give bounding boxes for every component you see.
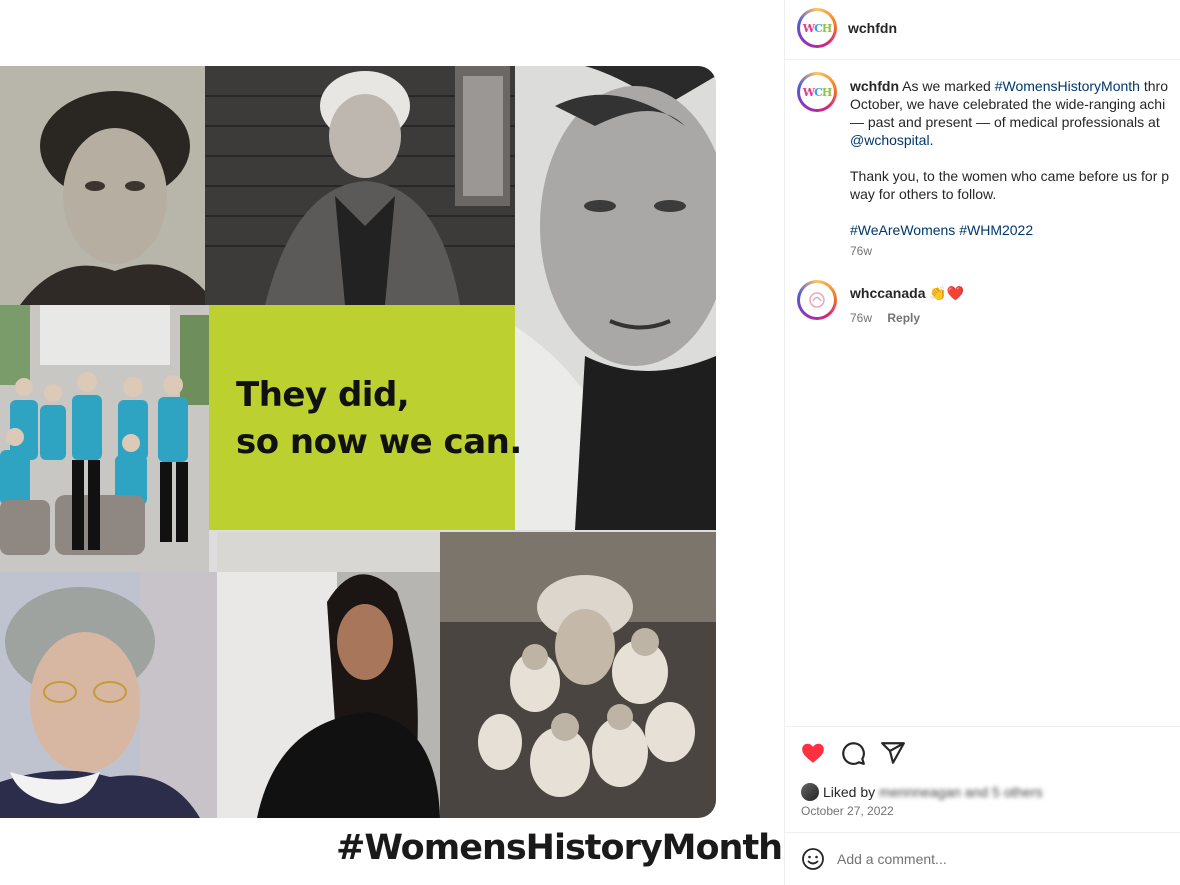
caption-timestamp[interactable]: 76w bbox=[850, 244, 872, 258]
wch-logo: WCH bbox=[802, 21, 833, 35]
tagline-line-1: They did, bbox=[236, 375, 410, 415]
liker-avatar bbox=[801, 783, 819, 801]
divider bbox=[785, 726, 1180, 727]
comment-username[interactable]: whccanada bbox=[850, 285, 925, 301]
wch-logo: WCH bbox=[802, 85, 833, 99]
caption-para2-line-1: Thank you, to the women who came before … bbox=[850, 168, 1170, 184]
painted-portrait-photo bbox=[0, 572, 217, 818]
account-avatar[interactable]: WCH bbox=[797, 8, 837, 48]
header-username[interactable]: wchfdn bbox=[848, 20, 897, 36]
mention-link-wchospital[interactable]: @wchospital bbox=[850, 132, 930, 148]
photo-collage: They did, so now we can. bbox=[0, 66, 716, 818]
commenter-avatar[interactable] bbox=[797, 280, 837, 320]
caption-hashtags: #WeAreWomens #WHM2022 bbox=[850, 221, 1180, 239]
post-image[interactable]: They did, so now we can. #WomensHistoryM… bbox=[0, 0, 784, 885]
add-comment-input[interactable] bbox=[837, 847, 1167, 871]
caption-text: As we marked bbox=[902, 78, 995, 94]
comment-meta: 76w Reply bbox=[850, 311, 920, 325]
vintage-portrait-photo bbox=[0, 66, 205, 305]
likes-names-blurred[interactable]: mennneagan and 5 others bbox=[879, 784, 1042, 800]
older-woman-photo bbox=[205, 66, 515, 305]
tagline-line-2: so now we can. bbox=[236, 422, 522, 462]
woman-portrait-photo bbox=[515, 66, 716, 530]
emoji-icon[interactable] bbox=[801, 847, 825, 871]
vintage-dolls-photo bbox=[440, 532, 716, 818]
caption-paragraph-1: wchfdn As we marked #WomensHistoryMonth … bbox=[850, 78, 1168, 148]
post-header: WCH wchfdn bbox=[785, 0, 1180, 60]
comment-timestamp[interactable]: 76w bbox=[850, 311, 872, 325]
post-side-panel: WCH wchfdn WCH wchfdn As we marked #Wome… bbox=[784, 0, 1180, 885]
caption-username[interactable]: wchfdn bbox=[850, 78, 899, 94]
caption-line-2: October, we have celebrated the wide-ran… bbox=[850, 96, 1166, 112]
hashtag-link-womenshistorymonth[interactable]: #WomensHistoryMonth bbox=[995, 78, 1140, 94]
hashtag-link-wearewomens[interactable]: #WeAreWomens bbox=[850, 222, 955, 238]
share-icon[interactable] bbox=[880, 740, 906, 766]
likes-prefix: Liked by bbox=[823, 784, 876, 800]
hashtag-link-whm2022[interactable]: #WHM2022 bbox=[959, 222, 1033, 238]
likes-summary[interactable]: Liked by mennneagan and 5 others bbox=[801, 783, 1043, 801]
volunteers-group-photo bbox=[0, 305, 209, 572]
whc-logo-icon bbox=[809, 292, 825, 308]
caption-line-3: — past and present — of medical professi… bbox=[850, 114, 1160, 130]
reply-button[interactable]: Reply bbox=[887, 311, 920, 325]
image-hashtag-caption: #WomensHistoryMonth bbox=[336, 828, 783, 868]
comment: whccanada 👏❤️ bbox=[850, 285, 964, 302]
divider bbox=[785, 832, 1180, 833]
caption-avatar[interactable]: WCH bbox=[797, 72, 837, 112]
post-caption: wchfdn As we marked #WomensHistoryMonth … bbox=[850, 77, 1180, 257]
caption-paragraph-2: Thank you, to the women who came before … bbox=[850, 167, 1180, 203]
caption-para2-line-2: way for others to follow. bbox=[850, 186, 997, 202]
post-date[interactable]: October 27, 2022 bbox=[801, 804, 894, 818]
comment-icon[interactable] bbox=[840, 740, 866, 766]
comment-text: 👏❤️ bbox=[929, 285, 965, 301]
heart-icon[interactable] bbox=[800, 740, 826, 766]
modern-woman-photo bbox=[217, 532, 440, 818]
tagline-panel: They did, so now we can. bbox=[209, 305, 522, 530]
